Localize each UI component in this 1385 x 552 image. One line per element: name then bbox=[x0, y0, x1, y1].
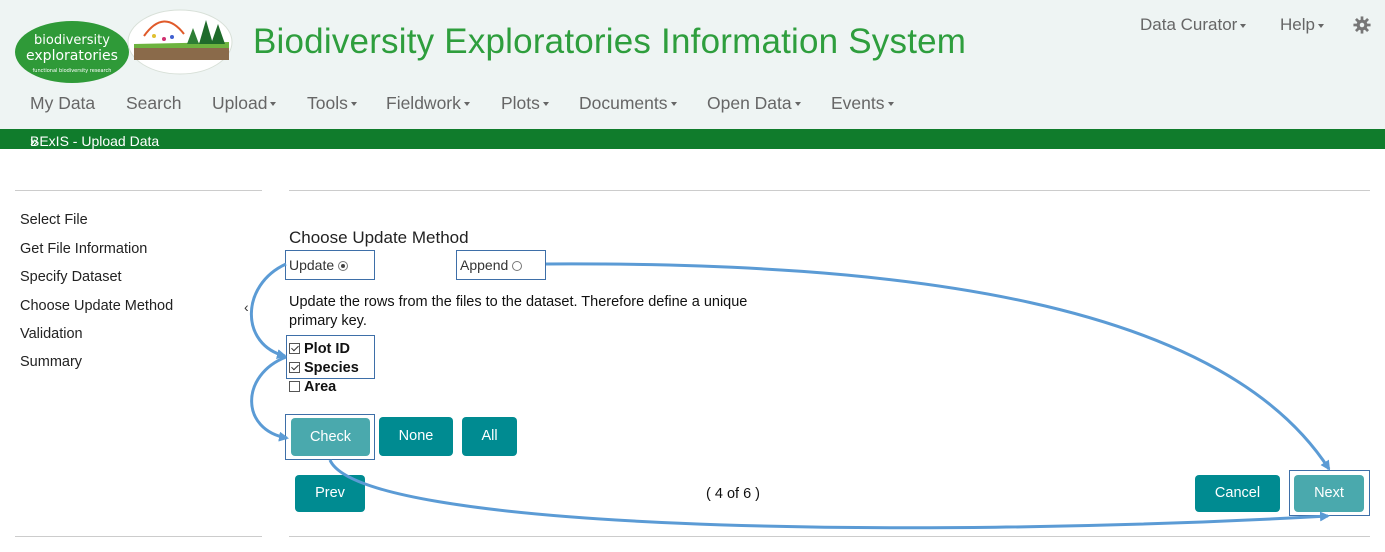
help-menu-label: Help bbox=[1280, 15, 1315, 34]
biodiversity-exploratories-logo[interactable]: biodiversity exploratories functional bi… bbox=[14, 6, 236, 84]
divider bbox=[289, 190, 1370, 191]
nav-plots-label: Plots bbox=[501, 93, 540, 113]
nav-fieldwork[interactable]: Fieldwork bbox=[386, 93, 470, 114]
logo-text-line2: exploratories bbox=[26, 48, 118, 64]
double-chevron-down-icon: » bbox=[30, 133, 38, 149]
arrow-update-to-keys bbox=[250, 262, 287, 359]
step-summary[interactable]: Summary bbox=[20, 354, 82, 370]
divider bbox=[289, 536, 1370, 537]
active-step-marker-icon: ‹ bbox=[244, 299, 249, 315]
chevron-down-icon bbox=[542, 102, 549, 107]
nav-tools[interactable]: Tools bbox=[307, 93, 357, 114]
checkbox-checked-icon[interactable] bbox=[289, 343, 300, 354]
arrow-keys-to-check bbox=[250, 355, 289, 442]
chevron-down-icon bbox=[887, 102, 894, 107]
breadcrumb-text: BExIS - Upload Data bbox=[30, 133, 160, 149]
step-validation[interactable]: Validation bbox=[20, 326, 83, 342]
step-select-file[interactable]: Select File bbox=[20, 212, 88, 228]
nav-my-data[interactable]: My Data bbox=[30, 93, 95, 114]
divider bbox=[15, 190, 262, 191]
radio-selected-icon[interactable] bbox=[338, 261, 349, 271]
step-choose-update-method[interactable]: Choose Update Method bbox=[20, 298, 173, 314]
page-header: biodiversity exploratories functional bi… bbox=[0, 0, 1385, 129]
step-get-file-information[interactable]: Get File Information bbox=[20, 241, 147, 257]
key-plot-id[interactable]: Plot ID bbox=[289, 341, 350, 357]
update-description: Update the rows from the files to the da… bbox=[289, 294, 748, 329]
nav-search-label: Search bbox=[126, 93, 182, 113]
arrow-check-to-next bbox=[328, 459, 1330, 530]
user-menu-label: Data Curator bbox=[1140, 15, 1238, 34]
nav-open-data[interactable]: Open Data bbox=[707, 93, 801, 114]
prev-button[interactable]: Prev bbox=[295, 475, 365, 512]
nav-open-data-label: Open Data bbox=[707, 93, 792, 113]
append-radio-option[interactable]: Append bbox=[456, 250, 546, 280]
nav-search[interactable]: Search bbox=[126, 93, 181, 114]
nav-upload[interactable]: Upload bbox=[212, 93, 277, 114]
nav-documents[interactable]: Documents bbox=[579, 93, 677, 114]
logo-text-line1: biodiversity bbox=[34, 33, 110, 48]
key-species[interactable]: Species bbox=[289, 360, 359, 376]
key-plot-id-label: Plot ID bbox=[304, 341, 350, 357]
wizard-progress: ( 4 of 6 ) bbox=[706, 486, 760, 502]
key-area[interactable]: Area bbox=[289, 379, 336, 395]
breadcrumb: BExIS - Upload Data » bbox=[0, 129, 1385, 149]
update-radio-option[interactable]: Update bbox=[285, 250, 375, 280]
next-button[interactable]: Next bbox=[1294, 475, 1364, 512]
update-label: Update bbox=[289, 257, 335, 273]
nav-events[interactable]: Events bbox=[831, 93, 894, 114]
chevron-down-icon bbox=[670, 102, 677, 107]
step-specify-dataset[interactable]: Specify Dataset bbox=[20, 269, 122, 285]
cancel-button[interactable]: Cancel bbox=[1195, 475, 1280, 512]
nav-events-label: Events bbox=[831, 93, 885, 113]
user-menu[interactable]: Data Curator bbox=[1140, 15, 1247, 35]
key-area-label: Area bbox=[304, 379, 337, 395]
divider bbox=[15, 536, 262, 537]
chevron-down-icon bbox=[1317, 23, 1324, 28]
checkbox-unchecked-icon[interactable] bbox=[289, 381, 300, 392]
gear-icon[interactable] bbox=[1353, 16, 1371, 34]
check-button[interactable]: Check bbox=[291, 418, 370, 456]
nav-my-data-label: My Data bbox=[30, 93, 96, 113]
chevron-down-icon bbox=[350, 102, 357, 107]
nav-documents-label: Documents bbox=[579, 93, 668, 113]
nav-tools-label: Tools bbox=[307, 93, 348, 113]
select-all-button[interactable]: All bbox=[462, 417, 517, 456]
chevron-down-icon bbox=[270, 102, 277, 107]
select-none-button[interactable]: None bbox=[379, 417, 453, 456]
help-menu[interactable]: Help bbox=[1280, 15, 1324, 35]
app-title[interactable]: Biodiversity Exploratories Information S… bbox=[253, 22, 966, 62]
logo-tagline: functional biodiversity research bbox=[33, 68, 112, 74]
section-title: Choose Update Method bbox=[289, 228, 469, 247]
chevron-down-icon bbox=[463, 102, 470, 107]
nav-plots[interactable]: Plots bbox=[501, 93, 549, 114]
chevron-down-icon bbox=[794, 102, 801, 107]
nav-upload-label: Upload bbox=[212, 93, 268, 113]
key-species-label: Species bbox=[304, 360, 359, 376]
radio-unselected-icon[interactable] bbox=[512, 261, 523, 271]
nav-fieldwork-label: Fieldwork bbox=[386, 93, 461, 113]
append-label: Append bbox=[460, 257, 509, 273]
checkbox-checked-icon[interactable] bbox=[289, 362, 300, 373]
chevron-down-icon bbox=[1240, 23, 1247, 28]
